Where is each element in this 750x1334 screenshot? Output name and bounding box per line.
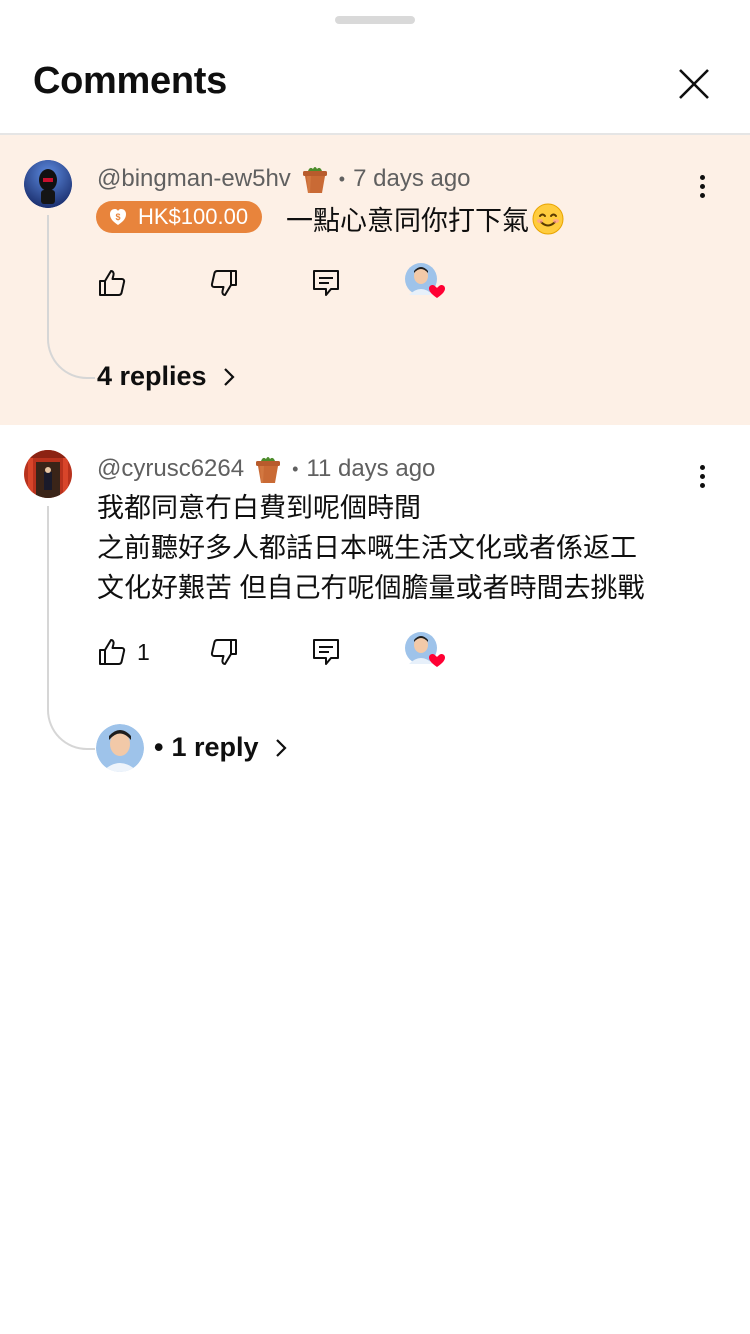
comment-meta: @bingman-ew5hv • 7 days ago xyxy=(97,163,471,195)
thread-line xyxy=(47,506,95,750)
chevron-right-icon xyxy=(223,367,235,386)
dislike-button[interactable] xyxy=(209,634,239,670)
meta-separator: • xyxy=(292,458,299,479)
replies-label: 4 replies xyxy=(97,361,207,391)
creator-heart-icon xyxy=(405,263,445,298)
close-icon xyxy=(679,69,709,99)
thumbs-up-icon xyxy=(99,639,126,665)
comment-author[interactable]: @bingman-ew5hv xyxy=(97,165,291,193)
like-button[interactable] xyxy=(97,265,137,301)
comments-sheet: Comments @bingman-ew5hv • 7 days ago $ H… xyxy=(0,0,750,1334)
svg-text:$: $ xyxy=(115,212,120,222)
reply-button[interactable] xyxy=(311,265,341,301)
like-button[interactable]: 1 xyxy=(97,634,150,670)
reply-button[interactable] xyxy=(311,634,341,670)
comment-text-content: 一點心意同你打下氣 xyxy=(286,206,529,236)
dot-icon xyxy=(699,483,705,488)
like-count: 1 xyxy=(137,638,150,665)
comment-text-line: 文化好艱苦 但自己冇呢個膽量或者時間去挑戰 xyxy=(97,573,645,603)
view-replies-link[interactable]: 4 replies xyxy=(97,361,237,392)
more-options-button[interactable] xyxy=(690,171,714,205)
comment-actions: 1 xyxy=(97,632,497,674)
avatar[interactable] xyxy=(24,160,72,208)
comment-reply-icon xyxy=(313,639,339,665)
meta-separator: • xyxy=(338,168,346,189)
plant-pot-badge-icon xyxy=(302,167,327,193)
dot-icon xyxy=(699,193,705,198)
comment-author[interactable]: @cyrusc6264 xyxy=(97,455,244,483)
more-options-button[interactable] xyxy=(690,461,714,495)
super-chat-badge[interactable]: $ HK$100.00 xyxy=(96,201,263,233)
view-replies-link[interactable]: • 1 reply xyxy=(154,732,289,763)
dot-icon xyxy=(699,474,705,479)
coin-icon: $ xyxy=(110,209,126,225)
comment-text: 一點心意同你打下氣 xyxy=(286,199,565,238)
close-button[interactable] xyxy=(672,62,716,106)
comment-text-line: 之前聽好多人都話日本嘅生活文化或者係返工 xyxy=(97,533,637,563)
comment-text: 我都同意冇白費到呢個時間 之前聽好多人都話日本嘅生活文化或者係返工 文化好艱苦 … xyxy=(97,488,645,608)
comments-header: Comments xyxy=(0,0,750,135)
comment-item: @cyrusc6264 • 11 days ago 我都同意冇白費到呢個時間 之… xyxy=(0,426,750,786)
dot-icon xyxy=(699,184,705,189)
reply-avatar[interactable] xyxy=(96,724,144,772)
thumbs-up-icon xyxy=(99,270,126,296)
thumbs-down-icon xyxy=(210,639,237,665)
avatar[interactable] xyxy=(24,450,72,498)
comment-time: 11 days ago xyxy=(306,455,436,482)
chevron-right-icon xyxy=(275,738,287,757)
comment-meta: @cyrusc6264 • 11 days ago xyxy=(97,453,435,485)
comment-item: @bingman-ew5hv • 7 days ago $ HK$100.00 … xyxy=(0,135,750,425)
comment-reply-icon xyxy=(313,270,339,296)
creator-heart-icon xyxy=(405,632,445,667)
plant-pot-badge-icon xyxy=(256,457,281,483)
dot-icon xyxy=(699,175,705,180)
dot-icon xyxy=(699,465,705,470)
super-chat-amount: HK$100.00 xyxy=(138,204,249,229)
comment-text-line: 我都同意冇白費到呢個時間 xyxy=(97,493,421,523)
thumbs-down-icon xyxy=(210,270,237,296)
replies-label: 1 reply xyxy=(171,732,259,762)
dislike-button[interactable] xyxy=(209,265,239,301)
thread-line xyxy=(47,215,95,379)
smiling-face-icon xyxy=(532,203,564,234)
comment-actions xyxy=(97,263,497,305)
replies-prefix: • xyxy=(154,732,164,762)
comment-time: 7 days ago xyxy=(353,165,471,192)
page-title: Comments xyxy=(33,60,227,102)
